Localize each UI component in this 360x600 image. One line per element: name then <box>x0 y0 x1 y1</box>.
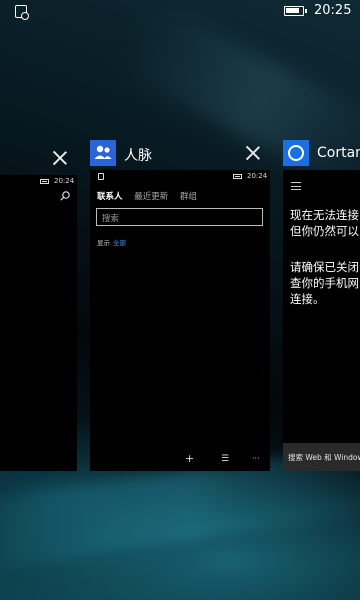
select-icon[interactable]: ☰ <box>221 453 229 465</box>
app-thumbnail[interactable]: 20:24 联系人 最近更新 群组 搜索 显示 全部 + ☰ ··· <box>90 170 270 471</box>
status-time: 20:25 <box>314 3 352 18</box>
tab-groups[interactable]: 群组 <box>180 192 197 202</box>
app-title: Cortana <box>317 145 360 161</box>
add-icon[interactable]: + <box>185 453 194 465</box>
battery-icon <box>40 179 49 184</box>
message-line: 查你的手机网 <box>290 276 359 290</box>
close-icon[interactable] <box>51 149 69 167</box>
search-icon <box>60 191 70 201</box>
show-all-link[interactable]: 全部 <box>113 239 126 247</box>
notification-icon <box>98 173 104 180</box>
message-line: 请确保已关闭 <box>290 260 359 274</box>
tab-recent-updates[interactable]: 最近更新 <box>134 192 168 202</box>
app-card-left[interactable]: 20:24 <box>0 145 77 471</box>
filter-row: 显示 全部 <box>97 237 126 247</box>
card-header <box>0 145 77 173</box>
notification-icon[interactable] <box>15 5 29 20</box>
search-input[interactable]: 搜索 <box>96 208 263 226</box>
people-icon <box>90 140 116 166</box>
show-label: 显示 <box>97 239 110 247</box>
message-line: 连接。 <box>290 292 325 306</box>
app-thumbnail[interactable]: 现在无法连接 但你仍然可以 请确保已关闭 查你的手机网 连接。 搜索 Web 和… <box>283 170 360 471</box>
message-line: 现在无法连接 <box>290 208 359 222</box>
search-bar[interactable]: 搜索 Web 和 Windows <box>283 443 360 471</box>
more-icon[interactable]: ··· <box>252 453 260 465</box>
card-header: 人脉 <box>90 140 270 168</box>
app-bar: + ☰ ··· <box>90 453 270 465</box>
close-icon[interactable] <box>244 144 262 162</box>
app-title: 人脉 <box>124 148 152 164</box>
battery-icon <box>284 6 307 16</box>
mini-status-bar: 20:24 <box>0 177 77 187</box>
cortana-icon <box>283 140 309 166</box>
app-thumbnail[interactable]: 20:24 <box>0 175 77 471</box>
mini-status-bar: 20:24 <box>90 172 270 182</box>
card-header: Cortana <box>283 140 360 168</box>
mini-time: 20:24 <box>247 172 268 180</box>
tab-contacts[interactable]: 联系人 <box>97 192 123 202</box>
status-bar: 20:25 <box>0 0 360 24</box>
search-bar-label: 搜索 Web 和 Windows <box>288 453 360 462</box>
mini-time: 20:24 <box>54 177 75 185</box>
app-card-cortana[interactable]: Cortana 现在无法连接 但你仍然可以 请确保已关闭 查你的手机网 连接。 … <box>283 140 360 471</box>
message-line: 但你仍然可以 <box>290 224 359 238</box>
battery-icon <box>233 174 242 179</box>
search-placeholder: 搜索 <box>102 214 120 224</box>
people-tabs: 联系人 最近更新 群组 <box>97 190 206 202</box>
menu-icon[interactable] <box>291 182 301 190</box>
app-card-people[interactable]: 人脉 20:24 联系人 最近更新 群组 搜索 显示 全部 + ☰ ··· <box>90 140 270 471</box>
